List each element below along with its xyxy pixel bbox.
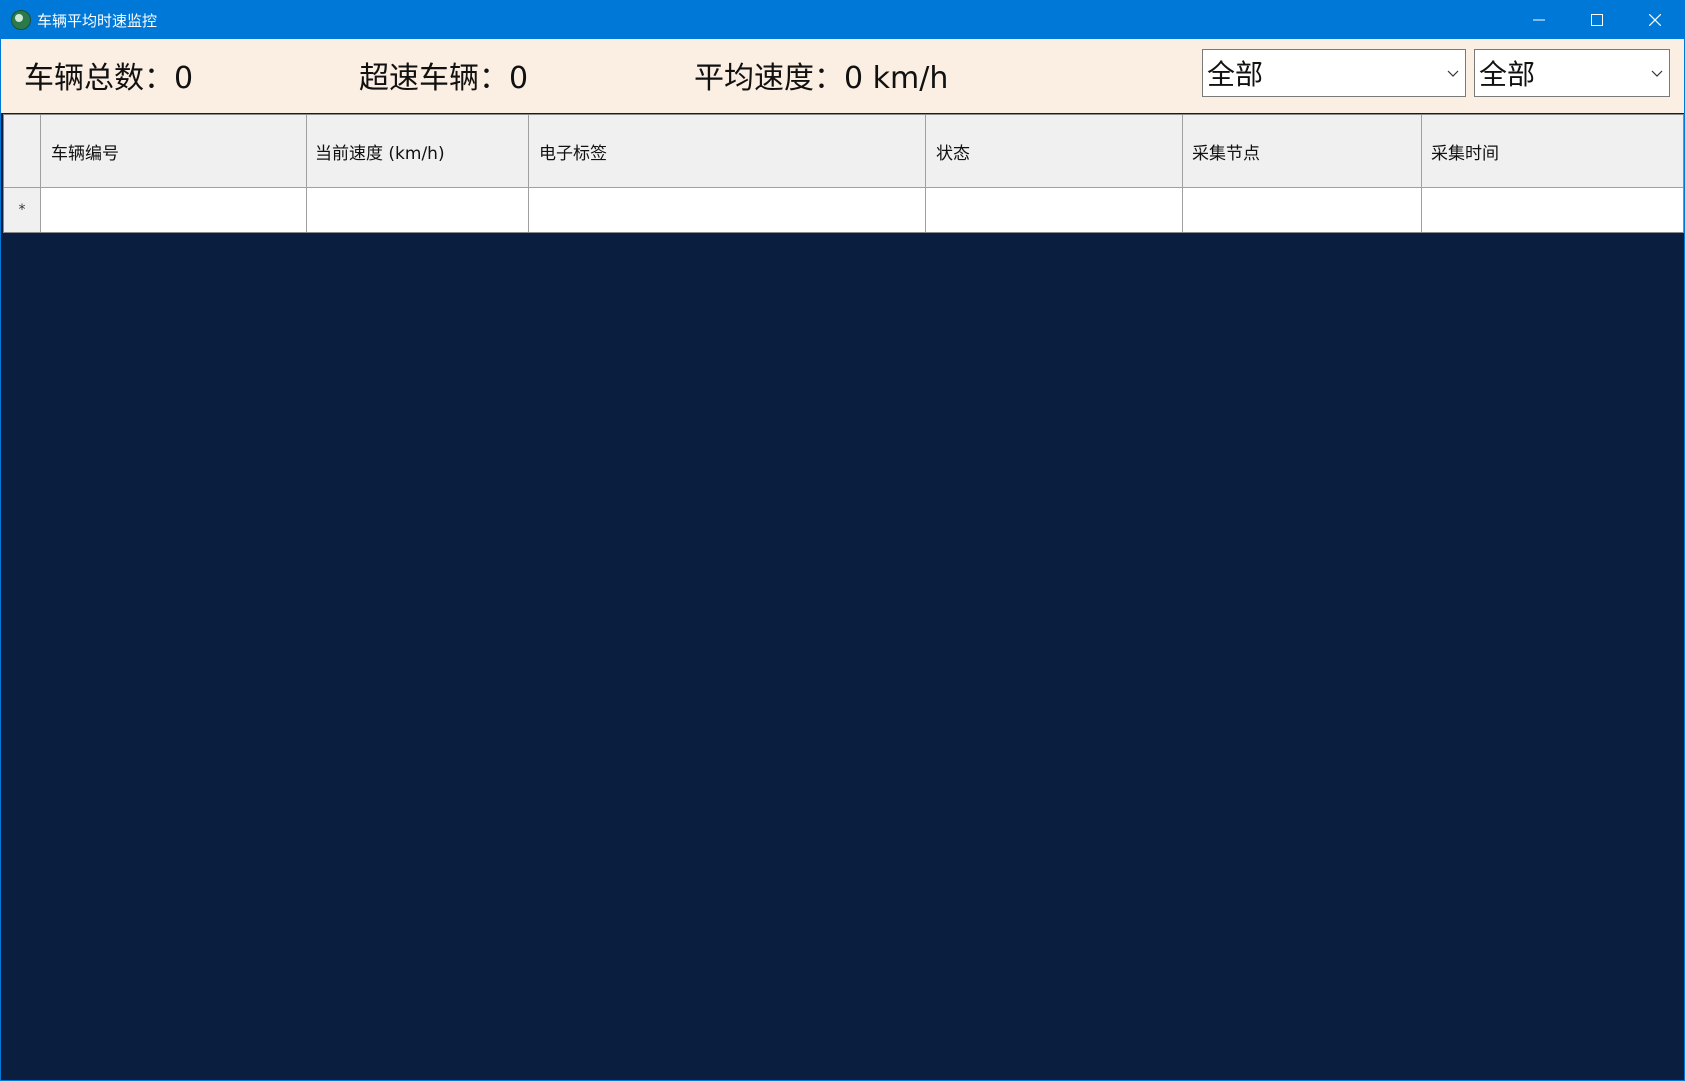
column-header-rfid-tag[interactable]: 电子标签 <box>529 115 926 187</box>
chevron-down-icon <box>1651 70 1663 77</box>
app-icon <box>11 10 31 30</box>
cell-status[interactable] <box>926 188 1183 232</box>
cell-collection-node[interactable] <box>1183 188 1422 232</box>
filter-select-2-value: 全部 <box>1479 58 1536 91</box>
filter-select-1-value: 全部 <box>1207 58 1264 91</box>
new-row-marker: * <box>4 188 41 232</box>
row-header-corner <box>4 115 41 187</box>
title-bar: 车辆平均时速监控 <box>1 1 1684 39</box>
minimize-icon <box>1533 19 1545 21</box>
column-header-vehicle-id[interactable]: 车辆编号 <box>41 115 307 187</box>
window-title: 车辆平均时速监控 <box>37 11 158 30</box>
column-header-collection-time[interactable]: 采集时间 <box>1422 115 1683 187</box>
filter-select-1[interactable]: 全部 <box>1202 49 1466 97</box>
maximize-button[interactable] <box>1568 1 1626 39</box>
cell-collection-time[interactable] <box>1422 188 1683 232</box>
speeding-vehicles-label: 超速车辆：0 <box>359 61 529 96</box>
close-icon <box>1649 14 1661 26</box>
column-header-status[interactable]: 状态 <box>926 115 1183 187</box>
stats-bar: 车辆总数：0 超速车辆：0 平均速度：0 km/h 全部 全部 <box>1 39 1684 113</box>
close-button[interactable] <box>1626 1 1684 39</box>
average-speed-label: 平均速度：0 km/h <box>694 61 949 96</box>
filter-select-2[interactable]: 全部 <box>1474 49 1670 97</box>
main-window: 车辆平均时速监控 车辆总数：0 超速车辆：0 平均速度：0 km/h 全部 全部… <box>0 0 1685 1081</box>
window-controls <box>1510 1 1684 39</box>
cell-vehicle-id[interactable] <box>41 188 307 232</box>
cell-rfid-tag[interactable] <box>529 188 926 232</box>
minimize-button[interactable] <box>1510 1 1568 39</box>
vehicle-data-grid[interactable]: 车辆编号 当前速度 (km/h) 电子标签 状态 采集节点 采集时间 * <box>3 114 1684 233</box>
new-row[interactable]: * <box>4 188 1683 232</box>
column-header-collection-node[interactable]: 采集节点 <box>1183 115 1422 187</box>
grid-header: 车辆编号 当前速度 (km/h) 电子标签 状态 采集节点 采集时间 <box>4 115 1683 188</box>
column-header-current-speed[interactable]: 当前速度 (km/h) <box>307 115 529 187</box>
cell-current-speed[interactable] <box>307 188 529 232</box>
chevron-down-icon <box>1447 70 1459 77</box>
total-vehicles-label: 车辆总数：0 <box>24 61 194 96</box>
maximize-icon <box>1591 14 1603 26</box>
